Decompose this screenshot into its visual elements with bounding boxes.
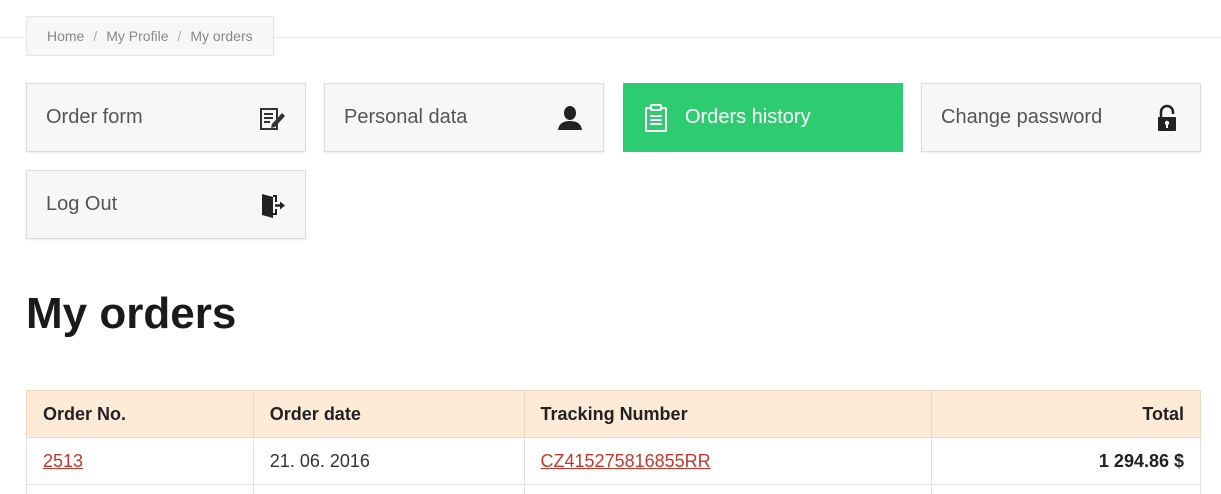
order-number-link[interactable]: 2513 (43, 451, 83, 471)
breadcrumb: Home / My Profile / My orders (26, 16, 274, 56)
breadcrumb-home[interactable]: Home (47, 28, 84, 44)
orders-history-label: Orders history (685, 106, 811, 128)
personal-data-tile[interactable]: Personal data (324, 83, 604, 152)
document-edit-icon (258, 104, 286, 132)
change-password-tile[interactable]: Change password (921, 83, 1201, 152)
breadcrumb-separator: / (177, 28, 182, 44)
orders-table: Order No. Order date Tracking Number Tot… (26, 390, 1201, 494)
breadcrumb-current: My orders (190, 28, 253, 44)
order-date-cell: 21. 06. 2016 (252, 437, 525, 485)
column-header-order-no: Order No. (26, 390, 254, 438)
column-header-tracking: Tracking Number (523, 390, 933, 438)
empty-cell (931, 484, 1201, 494)
table-row: 2513 21. 06. 2016 CZ415275816855RR 1 294… (26, 437, 1201, 485)
orders-history-tile[interactable]: Orders history (623, 83, 903, 152)
page-title: My orders (26, 289, 237, 338)
breadcrumb-separator: / (93, 28, 98, 44)
total-cell: 1 294.86 $ (931, 437, 1201, 485)
tracking-cell: CZ415275816855RR (523, 437, 933, 485)
column-header-total: Total (931, 390, 1201, 438)
order-form-tile[interactable]: Order form (26, 83, 306, 152)
table-header-row: Order No. Order date Tracking Number Tot… (26, 390, 1201, 438)
table-row-partial (26, 484, 1201, 494)
breadcrumb-my-profile[interactable]: My Profile (106, 28, 168, 44)
user-icon (556, 104, 584, 132)
logout-door-icon (258, 191, 286, 219)
personal-data-label: Personal data (344, 106, 468, 128)
page: Home / My Profile / My orders Order form… (0, 0, 1221, 494)
empty-cell (26, 484, 254, 494)
empty-cell (252, 484, 525, 494)
order-no-cell: 2513 (26, 437, 254, 485)
empty-cell (523, 484, 933, 494)
change-password-label: Change password (941, 106, 1103, 128)
tracking-number-link[interactable]: CZ415275816855RR (541, 451, 711, 471)
order-form-label: Order form (46, 106, 143, 128)
log-out-label: Log Out (46, 193, 118, 215)
clipboard-icon (643, 103, 669, 132)
lock-icon (1153, 104, 1181, 132)
log-out-tile[interactable]: Log Out (26, 170, 306, 239)
column-header-order-date: Order date (252, 390, 525, 438)
